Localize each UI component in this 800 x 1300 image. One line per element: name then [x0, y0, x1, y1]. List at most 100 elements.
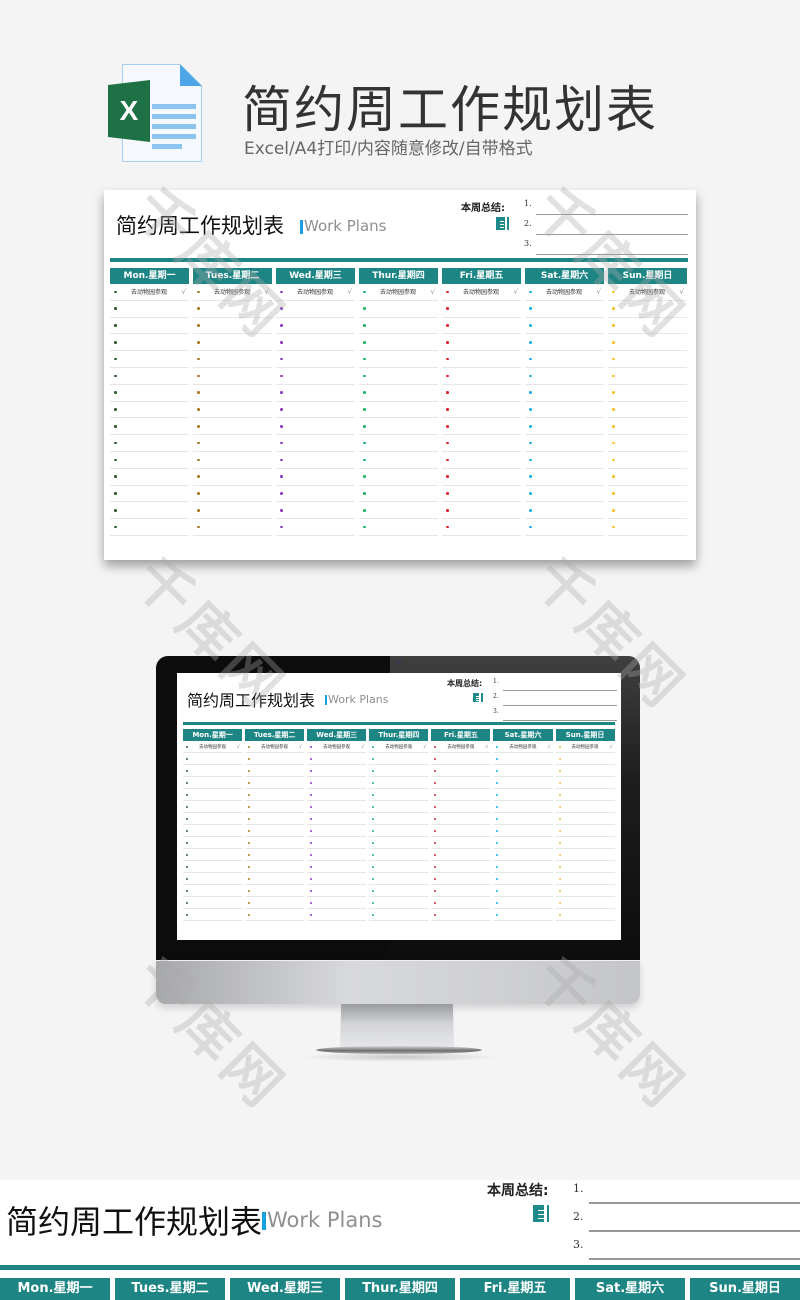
task-row[interactable]: [359, 435, 438, 452]
task-row[interactable]: [555, 825, 615, 837]
task-row[interactable]: [431, 753, 491, 765]
task-row[interactable]: [608, 318, 687, 335]
task-row[interactable]: [183, 849, 243, 861]
task-row[interactable]: [245, 777, 305, 789]
task-row[interactable]: [369, 885, 429, 897]
task-row[interactable]: [493, 885, 553, 897]
task-row[interactable]: [276, 318, 355, 335]
task-row[interactable]: [442, 351, 521, 368]
task-row[interactable]: [359, 486, 438, 503]
task-row[interactable]: [110, 334, 189, 352]
task-row[interactable]: [183, 837, 243, 849]
task-row[interactable]: 去动物园参观 √: [245, 741, 305, 753]
task-row[interactable]: [525, 435, 604, 452]
task-row[interactable]: [442, 301, 521, 318]
task-row[interactable]: [442, 452, 521, 469]
task-row[interactable]: [525, 469, 604, 486]
task-row[interactable]: [369, 873, 429, 885]
task-row[interactable]: [555, 909, 615, 921]
task-row[interactable]: 去动物园参观 √: [369, 741, 429, 753]
task-row[interactable]: [369, 813, 429, 825]
task-row[interactable]: [608, 368, 687, 385]
task-row[interactable]: [555, 897, 615, 909]
task-row[interactable]: [608, 435, 687, 452]
task-row[interactable]: [193, 418, 272, 436]
task-row[interactable]: [359, 318, 438, 335]
task-row[interactable]: [110, 486, 189, 503]
task-row[interactable]: [245, 801, 305, 813]
task-row[interactable]: [442, 402, 521, 419]
summary-input-line[interactable]: [503, 720, 617, 721]
task-row[interactable]: [555, 765, 615, 777]
task-row[interactable]: [608, 351, 687, 368]
task-row[interactable]: [110, 318, 189, 335]
task-row[interactable]: [193, 334, 272, 352]
task-row[interactable]: [276, 452, 355, 469]
task-row[interactable]: [608, 334, 687, 352]
task-row[interactable]: [276, 351, 355, 368]
task-row[interactable]: 去动物园参观 √: [608, 284, 687, 301]
task-row[interactable]: [431, 837, 491, 849]
task-row[interactable]: [307, 801, 367, 813]
task-row[interactable]: [276, 502, 355, 520]
task-row[interactable]: [493, 873, 553, 885]
task-row[interactable]: [555, 873, 615, 885]
task-row[interactable]: [183, 861, 243, 873]
task-row[interactable]: [193, 318, 272, 335]
task-row[interactable]: 去动物园参观 √: [555, 741, 615, 753]
task-row[interactable]: [193, 519, 272, 536]
task-row[interactable]: [608, 418, 687, 436]
task-row[interactable]: [369, 801, 429, 813]
task-row[interactable]: [245, 789, 305, 801]
task-row[interactable]: [110, 351, 189, 368]
task-row[interactable]: [493, 837, 553, 849]
task-row[interactable]: [525, 418, 604, 436]
task-row[interactable]: [110, 452, 189, 469]
task-row[interactable]: [369, 825, 429, 837]
task-row[interactable]: [525, 452, 604, 469]
task-row[interactable]: [307, 873, 367, 885]
task-row[interactable]: [359, 469, 438, 486]
task-row[interactable]: [183, 765, 243, 777]
task-row[interactable]: [276, 368, 355, 385]
task-row[interactable]: [307, 897, 367, 909]
task-row[interactable]: 去动物园参观 √: [276, 284, 355, 301]
task-row[interactable]: [359, 351, 438, 368]
task-row[interactable]: [442, 486, 521, 503]
task-row[interactable]: [431, 765, 491, 777]
task-row[interactable]: [442, 385, 521, 402]
task-row[interactable]: [442, 418, 521, 436]
task-row[interactable]: [193, 402, 272, 419]
task-row[interactable]: [493, 765, 553, 777]
task-row[interactable]: [193, 502, 272, 520]
task-row[interactable]: [110, 502, 189, 520]
task-row[interactable]: [608, 502, 687, 520]
task-row[interactable]: [608, 486, 687, 503]
task-row[interactable]: [359, 301, 438, 318]
task-row[interactable]: [307, 861, 367, 873]
task-row[interactable]: [431, 909, 491, 921]
summary-input-line[interactable]: [589, 1202, 800, 1204]
task-row[interactable]: 去动物园参观 √: [525, 284, 604, 301]
task-row[interactable]: [307, 777, 367, 789]
task-row[interactable]: [555, 813, 615, 825]
task-row[interactable]: [525, 334, 604, 352]
task-row[interactable]: [307, 813, 367, 825]
task-row[interactable]: [369, 753, 429, 765]
task-row[interactable]: [245, 765, 305, 777]
task-row[interactable]: [307, 825, 367, 837]
task-row[interactable]: [245, 909, 305, 921]
task-row[interactable]: [183, 909, 243, 921]
task-row[interactable]: [276, 334, 355, 352]
task-row[interactable]: [431, 861, 491, 873]
task-row[interactable]: [493, 813, 553, 825]
task-row[interactable]: 去动物园参观 √: [359, 284, 438, 301]
task-row[interactable]: [307, 885, 367, 897]
task-row[interactable]: [555, 837, 615, 849]
summary-input-line[interactable]: [536, 254, 688, 255]
task-row[interactable]: [369, 777, 429, 789]
task-row[interactable]: [555, 861, 615, 873]
task-row[interactable]: [245, 861, 305, 873]
task-row[interactable]: [493, 825, 553, 837]
task-row[interactable]: [608, 519, 687, 536]
